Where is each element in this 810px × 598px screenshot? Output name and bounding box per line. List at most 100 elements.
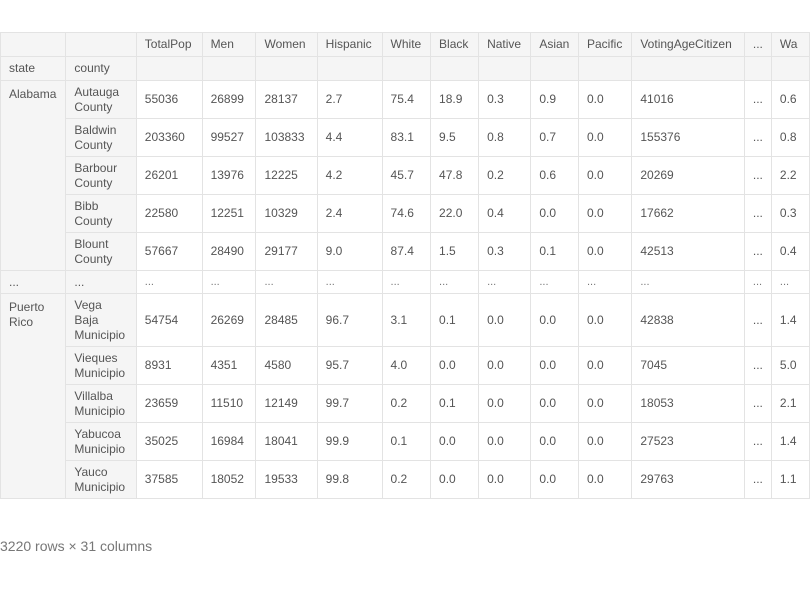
table-row: Yauco Municipio 37585 18052 19533 99.8 0.2 0.0… — [1, 460, 810, 499]
table-cell: 0.1 — [381, 422, 432, 461]
column-header-white: White — [381, 32, 432, 57]
table-cell: 26899 — [201, 80, 257, 119]
column-header-row: TotalPop Men Women Hispanic White Black … — [0, 32, 810, 57]
column-header-hispanic: Hispanic — [316, 32, 383, 57]
table-row: Blount County 57667 28490 29177 9.0 87.4 1.5 0.… — [1, 232, 810, 271]
table-cell: 3.1 — [381, 293, 432, 347]
index-name-county: county — [65, 56, 137, 81]
table-cell: 4.4 — [316, 118, 383, 157]
ellipsis-cell: ... — [743, 460, 772, 499]
table-cell: 4580 — [255, 346, 318, 385]
column-header-votingagecitizen: VotingAgeCitizen — [631, 32, 745, 57]
county-index-cell: Autauga County — [65, 80, 137, 119]
table-cell: 0.0 — [577, 194, 633, 233]
table-cell: 0.0 — [478, 460, 532, 499]
table-cell: 0.0 — [530, 293, 579, 347]
ellipsis-cell: ... — [743, 270, 772, 294]
ellipsis-cell: ... — [631, 270, 745, 294]
table-row: Villalba Municipio 23659 11510 12149 99.7 0.2… — [1, 384, 810, 423]
ellipsis-cell: ... — [255, 270, 318, 294]
table-cell: 28137 — [255, 80, 318, 119]
table-cell: 57667 — [135, 232, 203, 271]
table-cell: 9.0 — [316, 232, 383, 271]
table-cell: 54754 — [135, 293, 203, 347]
dataframe-shape: 3220 rows × 31 columns — [0, 538, 153, 554]
blank-header-cell — [65, 32, 137, 57]
table-cell: 0.0 — [430, 346, 480, 385]
ellipsis-cell: ... — [743, 422, 772, 461]
table-cell: 203360 — [135, 118, 203, 157]
table-cell: 0.3 — [478, 80, 532, 119]
table-cell: 28485 — [255, 293, 318, 347]
ellipsis-cell: ... — [743, 118, 772, 157]
table-cell: 18053 — [631, 384, 745, 423]
ellipsis-row: ........................................… — [0, 270, 810, 294]
table-cell: 55036 — [135, 80, 203, 119]
ellipsis-cell: ... — [0, 270, 67, 294]
table-cell: 0.0 — [478, 384, 532, 423]
table-cell: 19533 — [255, 460, 318, 499]
table-cell: 95.7 — [316, 346, 383, 385]
table-cell: 0.2 — [478, 156, 532, 195]
table-cell: 4.0 — [381, 346, 432, 385]
table-cell: 27523 — [631, 422, 745, 461]
ellipsis-cell: ... — [316, 270, 383, 294]
table-cell: 0.0 — [577, 422, 633, 461]
column-header-asian: Asian — [530, 32, 579, 57]
ellipsis-cell: ... — [743, 80, 772, 119]
table-cell: 99527 — [201, 118, 257, 157]
ellipsis-cell: ... — [478, 270, 532, 294]
table-cell: 11510 — [201, 384, 257, 423]
table-cell: 74.6 — [381, 194, 432, 233]
table-cell: 22580 — [135, 194, 203, 233]
table-cell: 103833 — [255, 118, 318, 157]
table-cell: 0.4 — [478, 194, 532, 233]
table-cell: 2.7 — [316, 80, 383, 119]
table-cell: 0.2 — [381, 460, 432, 499]
column-header-black: Black — [430, 32, 480, 57]
column-header-totalpop: TotalPop — [135, 32, 203, 57]
table-cell: 0.6 — [530, 156, 579, 195]
table-cell: 0.0 — [577, 346, 633, 385]
table-cell: 12251 — [201, 194, 257, 233]
dataframe-table: TotalPop Men Women Hispanic White Black … — [0, 32, 810, 499]
table-cell: 0.1 — [530, 232, 579, 271]
table-cell: 13976 — [201, 156, 257, 195]
table-row: Barbour County 26201 13976 12225 4.2 45.7 47.8… — [1, 156, 810, 195]
county-index-cell: Barbour County — [65, 156, 137, 195]
state-index-cell: Alabama — [0, 80, 67, 271]
table-cell: 1.5 — [430, 232, 480, 271]
county-index-cell: Yauco Municipio — [65, 460, 137, 499]
table-cell: 0.0 — [478, 422, 532, 461]
table-cell: 0.8 — [770, 118, 810, 157]
ellipsis-cell: ... — [430, 270, 480, 294]
table-cell: 0.0 — [577, 232, 633, 271]
table-cell: 83.1 — [381, 118, 432, 157]
county-index-cell: Villalba Municipio — [65, 384, 137, 423]
table-cell: 0.0 — [478, 293, 532, 347]
table-cell: 0.0 — [530, 460, 579, 499]
table-row: Alabama Autauga County 55036 26899 28137 2.7 7… — [0, 80, 810, 271]
column-header-women: Women — [255, 32, 318, 57]
state-index-cell: Puerto Rico — [0, 293, 67, 499]
table-cell: 0.2 — [381, 384, 432, 423]
table-cell: 8931 — [135, 346, 203, 385]
table-cell: 0.8 — [478, 118, 532, 157]
ellipsis-cell: ... — [135, 270, 203, 294]
table-cell: 75.4 — [381, 80, 432, 119]
ellipsis-cell: ... — [65, 270, 137, 294]
table-cell: 155376 — [631, 118, 745, 157]
table-cell: 0.0 — [530, 346, 579, 385]
table-cell: 29763 — [631, 460, 745, 499]
table-cell: 2.2 — [770, 156, 810, 195]
table-row: Vieques Municipio 8931 4351 4580 95.7 4.0 0.0 0… — [1, 346, 810, 385]
index-name-row: state county — [0, 56, 810, 81]
column-header-pacific: Pacific — [577, 32, 633, 57]
table-cell: 18052 — [201, 460, 257, 499]
table-cell: 99.8 — [316, 460, 383, 499]
table-cell: 45.7 — [381, 156, 432, 195]
table-cell: 0.1 — [430, 384, 480, 423]
ellipsis-cell: ... — [530, 270, 579, 294]
ellipsis-cell: ... — [770, 270, 810, 294]
table-cell: 18.9 — [430, 80, 480, 119]
